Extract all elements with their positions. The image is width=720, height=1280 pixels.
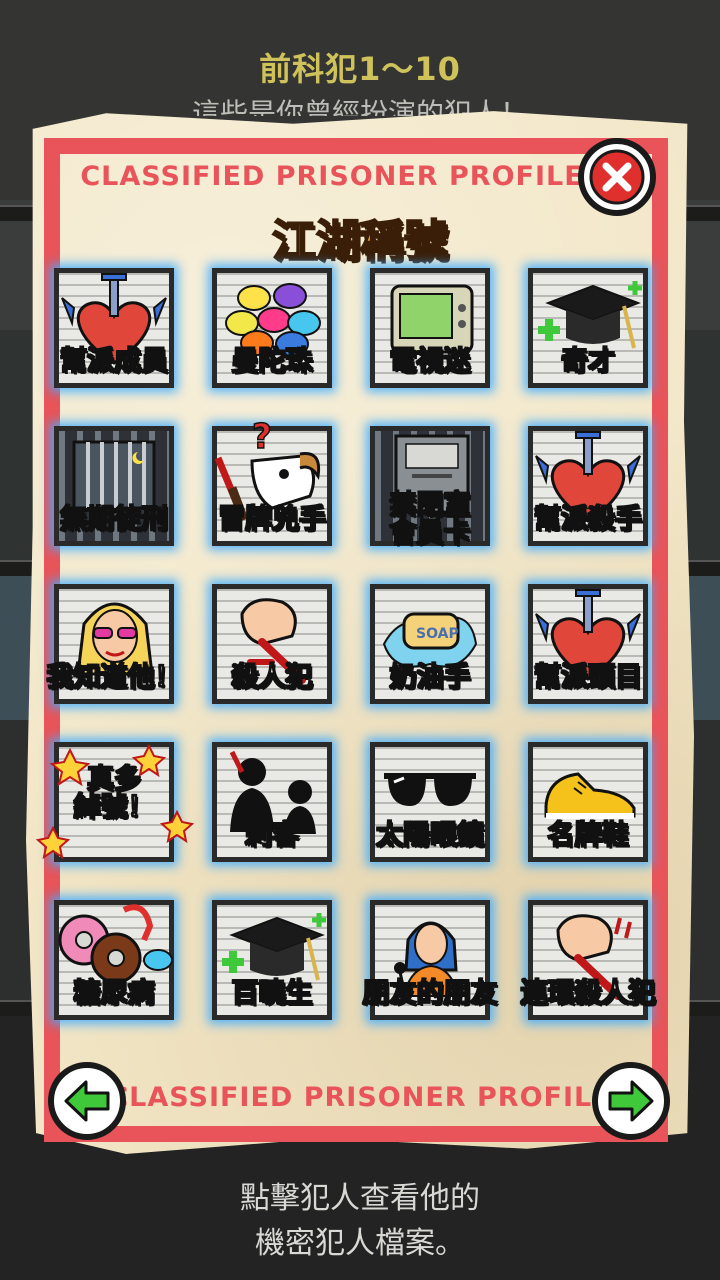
- badge-label: 殺人犯: [231, 662, 314, 693]
- badge-diabetes[interactable]: 糖尿病: [40, 894, 190, 1044]
- badge-label: 幫派頭目: [533, 662, 643, 693]
- badge-label: 真多 綽號！: [73, 764, 156, 824]
- svg-text:?: ?: [252, 417, 272, 457]
- badge-mentos[interactable]: 曼陀珠: [198, 262, 348, 412]
- hint-line-1: 點擊犯人查看他的: [240, 1181, 480, 1216]
- arrow-right-icon: [604, 1074, 658, 1128]
- page-title: 前科犯1～10: [259, 50, 461, 88]
- badge-assassin[interactable]: 刺客: [198, 736, 348, 886]
- badge-label: 連環殺人犯: [520, 978, 657, 1009]
- badge-butter-fingers[interactable]: SOAP 奶油手: [356, 578, 506, 728]
- badge-serial-killer[interactable]: 連環殺人犯: [514, 894, 664, 1044]
- badge-label: 奇才: [560, 346, 616, 377]
- instruction-hint: 點擊犯人查看他的 機密犯人檔案。: [0, 1176, 720, 1266]
- badge-i-know-him[interactable]: 我知道他！: [40, 578, 190, 728]
- badge-label: 百曉生: [231, 978, 314, 1009]
- badge-label: 幫派殺手: [533, 504, 643, 535]
- badge-know-it-all[interactable]: 百曉生: [198, 894, 348, 1044]
- badge-label: 刺客: [244, 820, 300, 851]
- badge-gang-boss[interactable]: 幫派頭目: [514, 578, 664, 728]
- arrow-left-icon: [60, 1074, 114, 1128]
- badge-brand-shoes[interactable]: 名牌鞋: [514, 736, 664, 886]
- badge-grid: 幫派成員 曼陀珠 電視迷 奇才 無期徒刑 ? 冒牌兇手 禁閉室 會員卡 幫派殺手…: [35, 262, 680, 1032]
- badge-friend-of-friend[interactable]: 朋友的朋友: [356, 894, 506, 1044]
- badge-label: 朋友的朋友: [362, 978, 499, 1009]
- badge-life-sentence[interactable]: 無期徒刑: [40, 420, 190, 570]
- badge-label: 曼陀珠: [231, 346, 314, 377]
- page-subtitle: 這些是你曾經扮演的犯人！: [191, 97, 528, 116]
- hint-line-2: 機密犯人檔案。: [255, 1226, 465, 1261]
- badge-gang-member[interactable]: 幫派成員: [40, 262, 190, 412]
- badge-label: 冒牌兇手: [217, 504, 327, 535]
- badge-label: 奶油手: [389, 662, 472, 693]
- badge-gang-killer[interactable]: 幫派殺手: [514, 420, 664, 570]
- badge-sunglasses[interactable]: 太陽眼鏡: [356, 736, 506, 886]
- badge-solitary-card[interactable]: 禁閉室 會員卡: [356, 420, 506, 570]
- previous-page-button[interactable]: [48, 1062, 126, 1140]
- badge-fake-killer[interactable]: ? 冒牌兇手: [198, 416, 348, 570]
- badge-label: 太陽眼鏡: [375, 820, 485, 851]
- badge-label: 我知道他！: [46, 662, 183, 693]
- next-page-button[interactable]: [592, 1062, 670, 1140]
- badge-label: 禁閉室 會員卡: [389, 490, 472, 550]
- badge-tv-fan[interactable]: 電視迷: [356, 262, 506, 412]
- close-x-icon: [589, 149, 645, 205]
- badge-label: 糖尿病: [73, 978, 156, 1009]
- badge-label: 幫派成員: [59, 346, 169, 377]
- svg-text:SOAP: SOAP: [416, 626, 459, 642]
- badge-label: 名牌鞋: [547, 820, 630, 851]
- close-button[interactable]: [578, 138, 656, 216]
- badge-label: 電視迷: [389, 346, 472, 377]
- badge-many-nicknames[interactable]: 真多 綽號！: [35, 736, 195, 886]
- badge-genius[interactable]: 奇才: [514, 262, 664, 412]
- badge-murderer[interactable]: 殺人犯: [198, 578, 348, 728]
- badge-label: 無期徒刑: [59, 504, 169, 535]
